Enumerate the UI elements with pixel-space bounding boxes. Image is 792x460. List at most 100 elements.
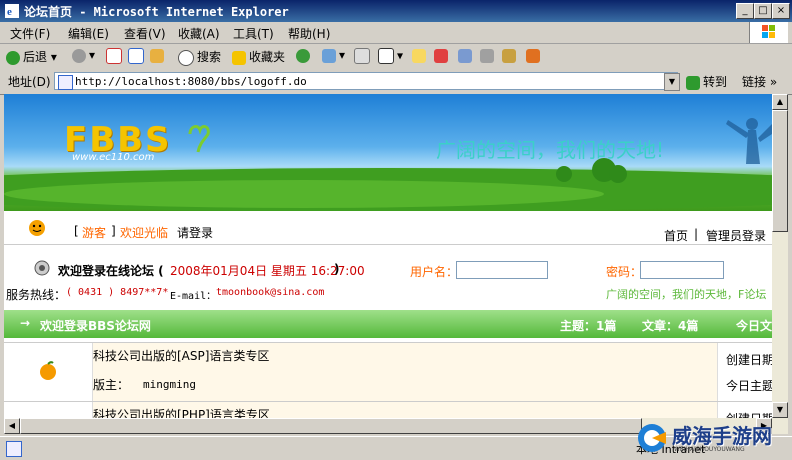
messenger-button[interactable] bbox=[458, 48, 475, 66]
menu-file[interactable]: 文件(F) bbox=[10, 25, 50, 42]
password-input[interactable] bbox=[640, 261, 724, 279]
folder-icon bbox=[412, 48, 426, 63]
welcome-text: 欢迎登录在线论坛 ( bbox=[58, 264, 164, 278]
menu-favorites[interactable]: 收藏(A) bbox=[178, 25, 220, 42]
forum-info-cell: 创建日期 今日主题 bbox=[718, 343, 772, 401]
go-arrow-icon bbox=[686, 75, 700, 90]
forum-header-bar: → 欢迎登录BBS论坛网 主题：1篇 文章：4篇 今日文 bbox=[4, 310, 772, 338]
scroll-down-button[interactable]: ▼ bbox=[772, 402, 788, 418]
page-icon bbox=[58, 75, 73, 90]
hotline-label: 服务热线： bbox=[6, 288, 67, 302]
forum-header-title: 欢迎登录BBS论坛网 bbox=[40, 319, 151, 333]
svg-text:e: e bbox=[7, 6, 12, 18]
username-label: 用户名： bbox=[410, 265, 459, 279]
search-button[interactable]: 搜索 bbox=[178, 48, 221, 66]
email-value[interactable]: tmoonbook@sina.com bbox=[216, 287, 324, 298]
scroll-up-button[interactable]: ▲ bbox=[772, 94, 788, 110]
ie-icon: e bbox=[5, 4, 19, 18]
minimize-button[interactable]: _ bbox=[736, 3, 754, 19]
close-paren: ) bbox=[334, 262, 340, 276]
research-button[interactable] bbox=[434, 48, 451, 66]
windows-flag-icon bbox=[762, 25, 775, 38]
close-button[interactable]: × bbox=[772, 3, 790, 19]
guest-label: 游客 bbox=[82, 226, 107, 240]
watermark: 威海手游网 WEIHAISHOUYOUWANG bbox=[636, 418, 790, 458]
admin-login-link[interactable]: 管理员登录 bbox=[706, 227, 766, 244]
forum-created-label: 创建日期 bbox=[726, 353, 772, 367]
login-link[interactable]: 请登录 bbox=[177, 224, 213, 241]
username-input[interactable] bbox=[456, 261, 548, 279]
word-icon bbox=[378, 48, 394, 64]
media-button[interactable] bbox=[296, 48, 313, 66]
nav-separator: | bbox=[694, 227, 699, 241]
forum-name-link[interactable]: 科技公司出版的[ASP]语言类专区 bbox=[93, 347, 269, 364]
go-button[interactable]: 转到 bbox=[686, 73, 727, 90]
menu-tools[interactable]: 工具(T) bbox=[233, 25, 274, 42]
vertical-scrollbar[interactable]: ▲ ▼ bbox=[772, 94, 788, 434]
media-icon bbox=[296, 48, 310, 63]
topic-count: 主题：1篇 bbox=[560, 319, 617, 333]
history-icon bbox=[322, 48, 336, 63]
menu-help[interactable]: 帮助(H) bbox=[288, 25, 330, 42]
window-title-bar[interactable]: e 论坛首页 - Microsoft Internet Explorer _ □… bbox=[0, 0, 792, 22]
forum-today-topics-label: 今日主题 bbox=[726, 379, 772, 393]
favorites-button[interactable]: 收藏夹 bbox=[232, 48, 285, 66]
watermark-logo-icon bbox=[638, 424, 666, 452]
menu-edit[interactable]: 编辑(E) bbox=[68, 25, 109, 42]
today-count: 今日文 bbox=[736, 319, 772, 333]
maximize-button[interactable]: □ bbox=[754, 3, 772, 19]
site-logo-url: www.ec110.com bbox=[72, 152, 155, 163]
standard-toolbar: 后退 ▾ ▾ 搜索 收藏夹 ▾ ▾ bbox=[0, 44, 792, 71]
welcome-label: 欢迎光临 bbox=[120, 226, 169, 240]
messenger-icon bbox=[458, 48, 472, 63]
forward-button[interactable]: ▾ bbox=[72, 48, 95, 66]
print-icon bbox=[354, 48, 370, 64]
password-label: 密码： bbox=[606, 265, 643, 279]
forum-name-cell: 科技公司出版的[ASP]语言类专区 版主： mingming bbox=[92, 343, 718, 401]
stop-button[interactable] bbox=[106, 48, 125, 66]
edit-button[interactable]: ▾ bbox=[378, 48, 403, 66]
discuss-button[interactable] bbox=[412, 48, 429, 66]
stop-icon bbox=[106, 48, 122, 64]
forward-arrow-icon bbox=[72, 48, 86, 63]
moderator-name[interactable]: mingming bbox=[143, 378, 196, 391]
related-icon bbox=[502, 48, 516, 63]
site-banner: FBBS www.ec110.com 广阔的空间，我们的天地! bbox=[4, 94, 772, 211]
article-count: 文章：4篇 bbox=[642, 319, 699, 333]
home-button[interactable] bbox=[150, 48, 167, 66]
window-title: 论坛首页 - Microsoft Internet Explorer bbox=[24, 5, 289, 19]
address-label: 地址(D) bbox=[8, 75, 51, 89]
page-viewport: FBBS www.ec110.com 广阔的空间，我们的天地! [ 游客 ] 欢… bbox=[4, 94, 772, 434]
print-button[interactable] bbox=[354, 48, 373, 66]
back-arrow-icon bbox=[6, 50, 20, 65]
research-icon bbox=[434, 48, 448, 63]
refresh-button[interactable] bbox=[128, 48, 147, 66]
home-icon bbox=[150, 48, 164, 63]
hotline-number: ( 0431 ) 8497**7* bbox=[66, 287, 169, 298]
tool-button[interactable] bbox=[480, 48, 497, 66]
address-bar: 地址(D) http://localhost:8080/bbs/logoff.d… bbox=[0, 70, 792, 95]
forum-icon-cell bbox=[4, 343, 92, 401]
menu-view[interactable]: 查看(V) bbox=[124, 25, 166, 42]
orange-fruit-icon bbox=[40, 361, 56, 380]
history-button[interactable]: ▾ bbox=[322, 48, 345, 66]
horizontal-scroll-thumb[interactable] bbox=[20, 418, 642, 434]
home-link[interactable]: 首页 bbox=[664, 227, 688, 244]
address-dropdown-button[interactable]: ▼ bbox=[664, 73, 680, 91]
smiley-icon bbox=[29, 220, 45, 236]
plugin-button[interactable] bbox=[526, 48, 543, 66]
back-button[interactable]: 后退 ▾ bbox=[6, 48, 57, 66]
site-tagline: 广阔的空间，我们的天地，F论坛 bbox=[606, 288, 767, 301]
related-button[interactable] bbox=[502, 48, 519, 66]
watermark-subtext: WEIHAISHOUYOUWANG bbox=[674, 446, 745, 453]
banner-slogan: 广阔的空间，我们的天地! bbox=[436, 138, 665, 162]
links-button[interactable]: 链接 » bbox=[742, 73, 777, 90]
vertical-scroll-thumb[interactable] bbox=[772, 110, 788, 232]
scroll-left-button[interactable]: ◀ bbox=[4, 418, 20, 434]
bracket-close: ] bbox=[111, 224, 116, 238]
watermark-text: 威海手游网 bbox=[672, 424, 772, 448]
forum-row[interactable]: 科技公司出版的[ASP]语言类专区 版主： mingming 创建日期 今日主题 bbox=[4, 342, 772, 401]
tool-icon bbox=[480, 48, 494, 63]
menu-bar: 文件(F) 编辑(E) 查看(V) 收藏(A) 工具(T) 帮助(H) bbox=[0, 22, 792, 44]
address-input[interactable]: http://localhost:8080/bbs/logoff.do bbox=[54, 72, 678, 90]
